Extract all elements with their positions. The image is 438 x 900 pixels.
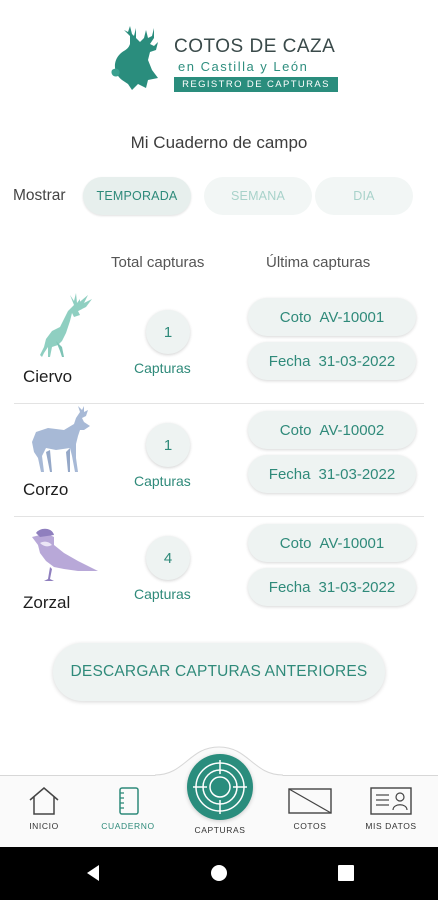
fecha-label: Fecha	[268, 352, 311, 370]
target-icon	[193, 760, 247, 814]
fecha-value: 31-03-2022	[318, 465, 396, 483]
coto-value: AV-10001	[319, 308, 385, 326]
column-header-last: Última capturas	[266, 254, 371, 271]
capture-count-label: Capturas	[134, 586, 191, 602]
nav-label: INICIO	[29, 821, 59, 831]
roe-deer-icon	[32, 406, 90, 472]
thrush-icon	[32, 528, 98, 581]
coto-label: Coto	[279, 534, 312, 552]
species-row-ciervo: Ciervo 1 Capturas Coto AV-10001 Fecha 31…	[0, 291, 438, 404]
capture-count[interactable]: 1	[146, 423, 190, 467]
species-row-corzo: Corzo 1 Capturas Coto AV-10002 Fecha 31-…	[0, 404, 438, 517]
map-icon	[288, 788, 332, 814]
last-capture-coto[interactable]: Coto AV-10001	[248, 524, 416, 562]
nav-item-capturas[interactable]	[187, 754, 253, 820]
nav-label-capturas: CAPTURAS	[194, 825, 246, 835]
fecha-label: Fecha	[268, 465, 311, 483]
system-navigation-bar	[0, 847, 438, 900]
home-icon	[29, 787, 59, 815]
id-card-icon	[370, 787, 412, 815]
fecha-value: 31-03-2022	[318, 578, 396, 596]
species-name: Ciervo	[23, 367, 73, 386]
back-icon[interactable]	[83, 863, 103, 883]
deer-logo-icon	[111, 26, 158, 90]
download-previous-captures-button[interactable]: DESCARGAR CAPTURAS ANTERIORES	[53, 643, 385, 701]
coto-value: AV-10002	[319, 421, 385, 439]
column-header-total: Total capturas	[111, 254, 205, 271]
capture-count[interactable]: 1	[146, 310, 190, 354]
last-capture-coto[interactable]: Coto AV-10002	[248, 411, 416, 449]
brand-band: REGISTRO DE CAPTURAS	[174, 77, 338, 92]
last-capture-fecha[interactable]: Fecha 31-03-2022	[248, 455, 416, 493]
nav-item-inicio[interactable]: INICIO	[4, 786, 84, 831]
last-capture-fecha[interactable]: Fecha 31-03-2022	[248, 568, 416, 606]
fecha-label: Fecha	[268, 578, 311, 596]
capture-count-label: Capturas	[134, 473, 191, 489]
home-circle-icon[interactable]	[209, 863, 229, 883]
species-name: Zorzal	[23, 593, 71, 612]
notebook-icon	[119, 787, 139, 815]
nav-item-mis-datos[interactable]: MIS DATOS	[351, 786, 431, 831]
filter-dia-button[interactable]: DIA	[315, 177, 413, 215]
nav-label: CUADERNO	[101, 821, 155, 831]
coto-value: AV-10001	[319, 534, 385, 552]
last-capture-coto[interactable]: Coto AV-10001	[248, 298, 416, 336]
filter-temporada-button[interactable]: TEMPORADA	[83, 177, 191, 215]
nav-label: COTOS	[293, 821, 327, 831]
fecha-value: 31-03-2022	[318, 352, 396, 370]
brand-subtitle: en Castilla y León	[178, 59, 309, 74]
capture-count-label: Capturas	[134, 360, 191, 376]
coto-label: Coto	[279, 421, 312, 439]
nav-label: MIS DATOS	[365, 821, 417, 831]
coto-label: Coto	[279, 308, 312, 326]
last-capture-fecha[interactable]: Fecha 31-03-2022	[248, 342, 416, 380]
brand-logo: COTOS DE CAZA en Castilla y León REGISTR…	[108, 22, 338, 96]
capture-count[interactable]: 4	[146, 536, 190, 580]
brand-title: COTOS DE CAZA	[174, 36, 336, 57]
species-row-zorzal: Zorzal 4 Capturas Coto AV-10001 Fecha 31…	[0, 517, 438, 630]
filter-label: Mostrar	[13, 187, 66, 204]
page-title: Mi Cuaderno de campo	[130, 133, 308, 152]
species-name: Corzo	[23, 480, 69, 499]
deer-icon	[40, 293, 92, 357]
filter-semana-button[interactable]: SEMANA	[204, 177, 312, 215]
recents-icon[interactable]	[336, 863, 356, 883]
